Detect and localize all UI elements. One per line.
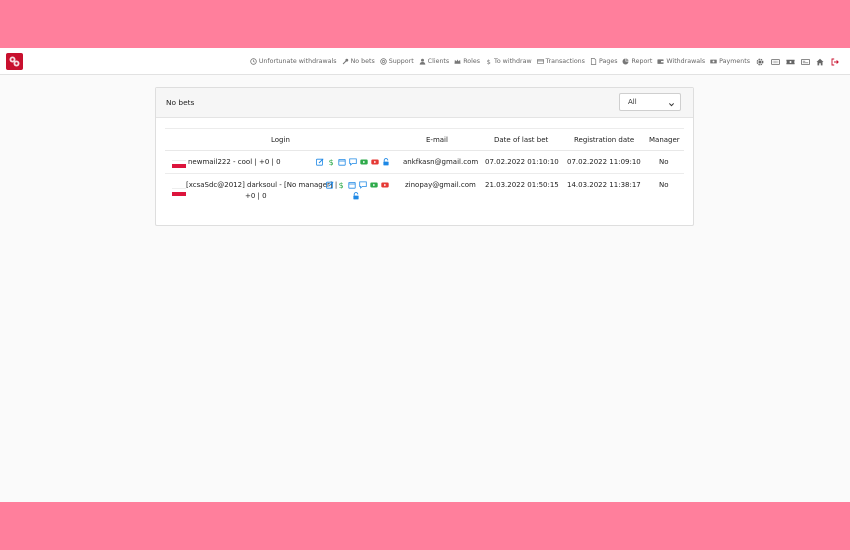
chart-icon: [622, 58, 629, 65]
row-registration: 07.02.2022 11:09:10: [567, 158, 641, 166]
id-card-icon[interactable]: [800, 57, 810, 67]
chevron-down-icon: [668, 98, 675, 114]
nav-label: Transactions: [545, 58, 585, 65]
row-registration: 14.03.2022 11:38:17: [567, 181, 641, 189]
ticket-icon[interactable]: [785, 57, 795, 67]
filter-selected-value: All: [628, 98, 637, 106]
flag-icon: [172, 188, 186, 196]
nav-no-bets[interactable]: No bets: [342, 58, 375, 65]
svg-text:$: $: [487, 58, 491, 65]
lock-icon[interactable]: [351, 191, 360, 200]
edit-icon[interactable]: [315, 157, 324, 166]
video-red-icon[interactable]: [370, 157, 379, 166]
row-email[interactable]: ankfkasn@gmail.com: [403, 158, 478, 166]
row-last-bet: 07.02.2022 01:10:10: [485, 158, 559, 166]
nav-label: Clients: [427, 58, 450, 65]
user-icon: [419, 58, 426, 65]
nav-links: Unfortunate withdrawals No bets Support …: [250, 48, 840, 75]
dollar-icon[interactable]: $: [336, 180, 345, 189]
support-icon: [380, 58, 387, 65]
nav-label: Report: [631, 58, 653, 65]
nav-label: Withdrawals: [666, 58, 706, 65]
filter-select[interactable]: All: [619, 93, 681, 111]
dollar-icon: $: [485, 58, 492, 65]
card-icon: [536, 58, 544, 65]
app-window: Unfortunate withdrawals No bets Support …: [0, 48, 850, 502]
header-login: Login: [271, 136, 290, 144]
nav-label: Payments: [719, 58, 750, 65]
row-login-line2: +0 | 0: [245, 192, 267, 200]
logo-icon: [9, 56, 20, 67]
nav-support[interactable]: Support: [380, 58, 414, 65]
header-manager: Manager: [649, 136, 680, 144]
nav-label: To withdraw: [494, 58, 532, 65]
logout-icon[interactable]: [830, 57, 840, 67]
home-icon[interactable]: [815, 57, 825, 67]
row-login-line1[interactable]: [xcsaSdc@2012] darksoul - [No manager] |: [186, 181, 337, 189]
top-navbar: Unfortunate withdrawals No bets Support …: [0, 48, 850, 75]
message-icon[interactable]: [348, 157, 357, 166]
video-green-icon[interactable]: [369, 180, 378, 189]
nav-label: Unfortunate withdrawals: [258, 58, 337, 65]
nav-payments[interactable]: Payments: [710, 58, 750, 65]
nav-label: Pages: [598, 58, 618, 65]
nav-transactions[interactable]: Transactions: [536, 58, 585, 65]
wallet-icon: [657, 58, 664, 65]
nav-pages[interactable]: Pages: [590, 58, 618, 65]
file-icon: [590, 58, 597, 65]
calendar-icon[interactable]: [347, 180, 356, 189]
dollar-icon[interactable]: $: [326, 157, 335, 166]
row-manager: No: [659, 158, 669, 166]
nav-withdrawals[interactable]: Withdrawals: [657, 58, 705, 65]
crown-icon: [454, 58, 461, 65]
nav-label: No bets: [350, 58, 375, 65]
flag-icon: [172, 160, 186, 168]
row-manager: No: [659, 181, 669, 189]
row-actions: $: [325, 180, 389, 189]
message-icon[interactable]: [358, 180, 367, 189]
card-title: No bets: [166, 98, 195, 107]
nav-report[interactable]: Report: [622, 58, 652, 65]
nav-clients[interactable]: Clients: [419, 58, 450, 65]
nav-label: Roles: [463, 58, 481, 65]
no-bets-card: No bets All Login E-mail Date of last be…: [155, 87, 694, 226]
svg-text:$: $: [328, 158, 333, 166]
svg-text:$: $: [338, 181, 343, 189]
row-actions-secondary: [351, 191, 360, 200]
users-table: Login E-mail Date of last bet Registrati…: [165, 128, 684, 209]
nav-label: Support: [388, 58, 414, 65]
keyboard-icon[interactable]: [770, 57, 780, 67]
card-header: No bets All: [156, 88, 693, 118]
table-row: newmail222 - cool | +0 | 0 $ ankfkasn@gm…: [165, 151, 684, 174]
row-email[interactable]: zinopay@gmail.com: [405, 181, 476, 189]
table-header: Login E-mail Date of last bet Registrati…: [165, 128, 684, 151]
lock-icon[interactable]: [381, 157, 390, 166]
calendar-icon[interactable]: [337, 157, 346, 166]
header-registration: Registration date: [574, 136, 635, 144]
header-email: E-mail: [426, 136, 448, 144]
edit-icon[interactable]: [325, 180, 334, 189]
row-actions: $: [315, 157, 390, 166]
brand-logo[interactable]: [6, 53, 23, 70]
header-last-bet: Date of last bet: [494, 136, 549, 144]
video-green-icon[interactable]: [359, 157, 368, 166]
wrench-icon: [342, 58, 349, 65]
clock-icon: [250, 58, 257, 65]
video-red-icon[interactable]: [380, 180, 389, 189]
nav-roles[interactable]: Roles: [454, 58, 480, 65]
table-row: [xcsaSdc@2012] darksoul - [No manager] |…: [165, 174, 684, 209]
row-last-bet: 21.03.2022 01:50:15: [485, 181, 559, 189]
gear-icon[interactable]: [755, 57, 765, 67]
row-login[interactable]: newmail222 - cool | +0 | 0: [188, 158, 281, 166]
nav-to-withdraw[interactable]: $ To withdraw: [485, 58, 532, 65]
money-icon: [710, 58, 717, 65]
nav-unfortunate-withdrawals[interactable]: Unfortunate withdrawals: [250, 58, 337, 65]
